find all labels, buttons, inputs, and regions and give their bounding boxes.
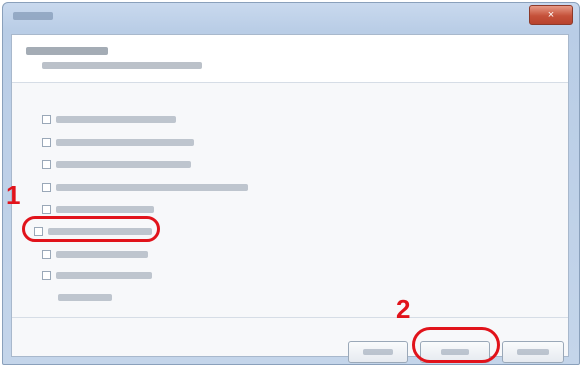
footer-divider <box>12 317 568 318</box>
window-title <box>13 12 53 20</box>
option-checkbox[interactable] <box>42 204 51 214</box>
callout-ring-1 <box>22 216 160 242</box>
title-bar[interactable]: × <box>3 3 579 33</box>
callout-number-2: 2 <box>396 294 411 324</box>
close-button[interactable]: × <box>529 5 573 25</box>
option-item[interactable] <box>42 158 191 170</box>
option-label <box>56 205 154 213</box>
option-checkbox[interactable] <box>42 137 51 147</box>
option-label <box>58 293 112 301</box>
back-button[interactable] <box>348 341 408 363</box>
dialog-header-title <box>26 47 108 55</box>
dialog-content <box>11 34 569 363</box>
option-checkbox[interactable] <box>42 249 51 259</box>
option-item <box>58 291 112 303</box>
dialog-header-subtitle <box>42 62 202 69</box>
option-label <box>56 115 176 123</box>
option-checkbox[interactable] <box>42 182 51 192</box>
option-item[interactable] <box>42 113 176 125</box>
option-label <box>56 250 148 258</box>
back-button-label <box>363 349 393 355</box>
option-label <box>56 271 152 279</box>
cancel-button[interactable] <box>502 341 564 363</box>
option-checkbox[interactable] <box>42 159 51 169</box>
option-checkbox[interactable] <box>42 270 51 280</box>
option-item[interactable] <box>42 136 194 148</box>
option-item[interactable] <box>42 248 148 260</box>
callout-number-1: 1 <box>6 180 21 210</box>
option-item[interactable] <box>42 269 152 281</box>
option-label <box>56 138 194 146</box>
option-label <box>56 183 248 191</box>
option-label <box>56 160 191 168</box>
dialog-header <box>12 35 568 83</box>
callout-ring-2 <box>412 327 500 363</box>
cancel-button-label <box>517 349 549 355</box>
option-item[interactable] <box>42 181 248 193</box>
option-checkbox[interactable] <box>42 114 51 124</box>
option-item[interactable] <box>42 203 154 215</box>
